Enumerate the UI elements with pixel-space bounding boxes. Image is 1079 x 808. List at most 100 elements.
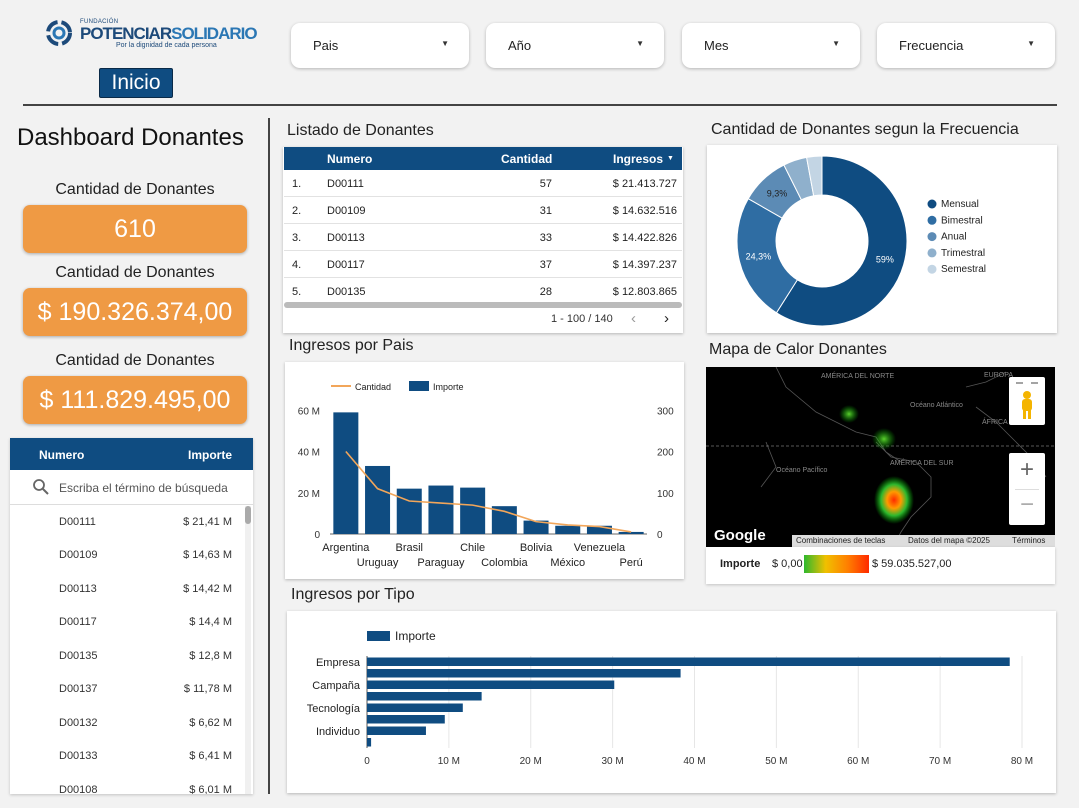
legend-label: Importe xyxy=(395,629,436,643)
kpi-label-secondary: Cantidad de Donantes xyxy=(55,352,215,369)
filter-frecuencia[interactable]: Frecuencia ▼ xyxy=(877,23,1055,68)
legend-swatch xyxy=(927,248,937,258)
table-row[interactable]: 3. D00113 33 $ 14.422.826 xyxy=(284,224,682,251)
map-legend: Importe $ 0,00 $ 59.035.527,00 xyxy=(706,547,1055,584)
cell-importe: $ 6,41 M xyxy=(189,750,232,762)
map-svg: AMÉRICA DEL NORTE EUROPA Océano Atlántic… xyxy=(706,367,1055,546)
next-page-icon[interactable]: › xyxy=(664,310,669,327)
x-tick-label: 20 M xyxy=(520,756,542,767)
prev-page-icon[interactable]: ‹ xyxy=(631,310,636,327)
sort-desc-icon[interactable]: ▼ xyxy=(667,155,674,162)
bar xyxy=(396,488,422,534)
bar xyxy=(367,715,445,724)
donut-title: Cantidad de Donantes segun la Frecuencia xyxy=(711,121,1019,138)
y-left-tick-label: 20 M xyxy=(298,489,320,500)
x-tick-label: 70 M xyxy=(929,756,951,767)
kpi-label-total: Cantidad de Donantes xyxy=(55,264,215,281)
x-tick-label: 60 M xyxy=(847,756,869,767)
chevron-down-icon: ▼ xyxy=(636,39,644,48)
table-row[interactable]: D00113 $ 14,42 M xyxy=(10,572,245,605)
table-row[interactable]: D00109 $ 14,63 M xyxy=(10,538,245,571)
table-row[interactable]: D00111 $ 21,41 M xyxy=(10,505,245,538)
cell-ingresos: $ 14.632.516 xyxy=(612,205,677,217)
y-left-tick-label: 60 M xyxy=(298,406,320,417)
legend-label: Mensual xyxy=(941,199,979,210)
map-legend-gradient xyxy=(804,555,869,573)
map-label: ÁFRICA xyxy=(982,417,1008,426)
x-tick-label: Chile xyxy=(460,542,485,554)
table-row[interactable]: D00135 $ 12,8 M xyxy=(10,639,245,672)
table-row[interactable]: 2. D00109 31 $ 14.632.516 xyxy=(284,197,682,224)
y-right-tick-label: 0 xyxy=(657,530,663,541)
y-right-tick-label: 200 xyxy=(657,448,674,459)
cell-index: 5. xyxy=(292,286,302,298)
home-button[interactable]: Inicio xyxy=(99,68,173,98)
table-row[interactable]: 4. D00117 37 $ 14.397.237 xyxy=(284,251,682,278)
legend-swatch xyxy=(367,631,390,641)
search-input[interactable]: Escriba el término de búsqueda xyxy=(59,481,228,495)
cell-index: 1. xyxy=(292,178,302,190)
y-left-tick-label: 0 xyxy=(314,530,320,541)
cell-numero: D00117 xyxy=(59,616,97,628)
filter-pais[interactable]: Pais ▼ xyxy=(291,23,469,68)
google-logo: Google xyxy=(714,527,766,544)
kpi-count-value: 610 xyxy=(23,205,247,253)
filter-anio[interactable]: Año ▼ xyxy=(486,23,664,68)
x-tick-label: Bolivia xyxy=(520,542,553,554)
column-header-numero[interactable]: Numero xyxy=(39,448,84,462)
cell-ingresos: $ 14.397.237 xyxy=(612,259,677,271)
cell-numero: D00108 xyxy=(59,784,98,794)
cell-cantidad: 31 xyxy=(539,205,552,217)
table-row[interactable]: D00132 $ 6,62 M xyxy=(10,706,245,739)
cell-numero: D00109 xyxy=(59,549,98,561)
legend-swatch xyxy=(927,199,937,209)
bar xyxy=(555,525,581,534)
cell-cantidad: 37 xyxy=(539,259,552,271)
table-search[interactable]: Escriba el término de búsqueda xyxy=(10,470,253,505)
bar xyxy=(367,703,463,712)
table-row[interactable]: D00133 $ 6,41 M xyxy=(10,739,245,772)
zoom-in-icon[interactable]: + xyxy=(1009,453,1045,489)
cell-importe: $ 6,62 M xyxy=(189,717,232,729)
header-divider xyxy=(23,104,1057,106)
bar xyxy=(365,465,391,534)
kpi-label-count: Cantidad de Donantes xyxy=(55,181,215,198)
table-row[interactable]: 5. D00135 28 $ 12.803.865 xyxy=(284,278,682,305)
bar xyxy=(367,726,426,735)
y-tick-label: Empresa xyxy=(316,657,361,669)
chevron-down-icon: ▼ xyxy=(441,39,449,48)
zoom-out-icon[interactable]: − xyxy=(1009,489,1045,525)
terms-link[interactable]: Términos xyxy=(1012,536,1045,545)
x-tick-label: Brasil xyxy=(395,542,423,554)
scrollbar-thumb[interactable] xyxy=(245,506,251,524)
heat-spot xyxy=(872,428,896,450)
cell-numero: D00109 xyxy=(327,205,366,217)
heat-map[interactable]: AMÉRICA DEL NORTE EUROPA Océano Atlántic… xyxy=(706,367,1055,547)
kpi-total-value: $ 190.326.374,00 xyxy=(23,288,247,336)
column-header-ingresos[interactable]: Ingresos xyxy=(613,152,663,166)
column-header-cantidad[interactable]: Cantidad xyxy=(501,152,552,166)
map-legend-min: $ 0,00 xyxy=(772,558,803,570)
y-right-tick-label: 100 xyxy=(657,489,674,500)
keyboard-shortcuts-link[interactable]: Combinaciones de teclas xyxy=(796,536,885,545)
bar xyxy=(367,738,372,747)
filter-mes[interactable]: Mes ▼ xyxy=(682,23,860,68)
column-header-numero[interactable]: Numero xyxy=(327,152,372,166)
bar xyxy=(367,692,482,701)
table-row[interactable]: D00108 $ 6,01 M xyxy=(10,773,245,794)
table-row[interactable]: 1. D00111 57 $ 21.413.727 xyxy=(284,170,682,197)
cell-index: 3. xyxy=(292,232,302,244)
x-tick-label: Perú xyxy=(620,557,643,569)
column-header-importe[interactable]: Importe xyxy=(188,448,232,462)
map-legend-max: $ 59.035.527,00 xyxy=(872,558,952,570)
table-row[interactable]: D00117 $ 14,4 M xyxy=(10,605,245,638)
cell-numero: D00137 xyxy=(59,683,98,695)
horizontal-scrollbar[interactable] xyxy=(284,302,682,308)
street-view-control[interactable] xyxy=(1009,377,1045,425)
filter-mes-label: Mes xyxy=(704,38,729,53)
table-row[interactable]: D00137 $ 11,78 M xyxy=(10,672,245,705)
cell-index: 4. xyxy=(292,259,302,271)
x-tick-label: Venezuela xyxy=(574,542,626,554)
cell-importe: $ 14,63 M xyxy=(183,549,232,561)
scrollbar[interactable] xyxy=(245,506,251,794)
